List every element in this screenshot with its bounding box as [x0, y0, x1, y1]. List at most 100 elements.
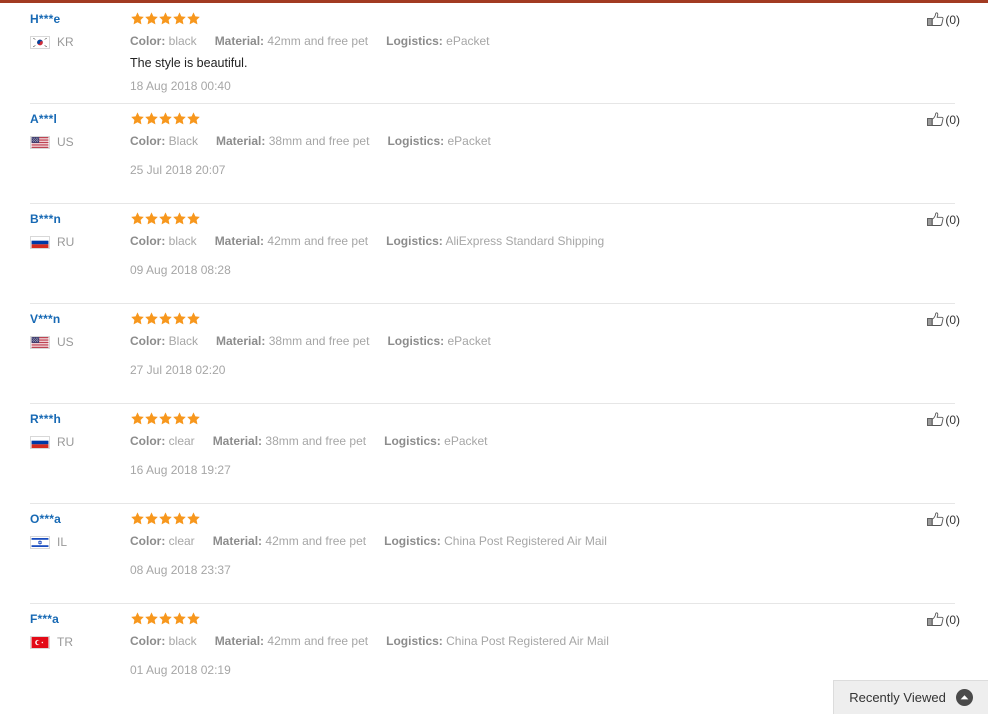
- country-code-label: KR: [57, 35, 74, 49]
- attribute-material-label: Material:: [212, 434, 263, 448]
- review-user-column: R***h RU: [0, 403, 130, 503]
- attribute-logistics-value: AliExpress Standard Shipping: [445, 234, 605, 248]
- helpful-button[interactable]: (0): [927, 411, 960, 428]
- review-body-column: Color: Black Material: 38mm and free pet L…: [130, 303, 910, 403]
- attribute-logistics: Logistics: ePacket: [387, 132, 490, 150]
- country-code-label: RU: [57, 435, 75, 449]
- star-rating: [130, 211, 910, 226]
- review-row: O***a IL Color: clear Material: 42mm and fr…: [0, 503, 988, 603]
- attribute-material-value: 42mm and free pet: [267, 234, 369, 248]
- reviewer-country: US: [30, 336, 130, 349]
- review-attributes: Color: clear Material: 38mm and free pet L…: [130, 432, 910, 450]
- reviewer-name-link[interactable]: H***e: [30, 12, 130, 26]
- review-date: 18 Aug 2018 00:40: [130, 79, 231, 93]
- attribute-color: Color: black: [130, 232, 197, 250]
- reviewer-country: KR: [30, 36, 130, 49]
- attribute-color-value: clear: [168, 434, 195, 448]
- helpful-button[interactable]: (0): [927, 111, 960, 128]
- attribute-color: Color: clear: [130, 532, 195, 550]
- reviewer-name-link[interactable]: A***l: [30, 112, 130, 126]
- attribute-logistics: Logistics: ePacket: [386, 32, 489, 50]
- review-user-column: H***e KR: [0, 3, 130, 103]
- attribute-logistics-label: Logistics:: [387, 334, 445, 348]
- attribute-color-value: black: [168, 34, 197, 48]
- attribute-color: Color: Black: [130, 332, 198, 350]
- attribute-material: Material: 42mm and free pet: [213, 532, 366, 550]
- review-date: 09 Aug 2018 08:28: [130, 263, 231, 277]
- attribute-color-label: Color:: [130, 334, 166, 348]
- review-body-column: Color: clear Material: 38mm and free pet L…: [130, 403, 910, 503]
- review-user-column: O***a IL: [0, 503, 130, 603]
- review-helpful-column: (0): [910, 403, 988, 503]
- reviewer-country: US: [30, 136, 130, 149]
- chevron-up-circle-icon: [955, 689, 973, 706]
- attribute-logistics-value: ePacket: [444, 434, 488, 448]
- review-date: 08 Aug 2018 23:37: [130, 563, 231, 577]
- attribute-logistics-value: ePacket: [447, 134, 491, 148]
- attribute-material: Material: 38mm and free pet: [213, 432, 366, 450]
- country-code-label: US: [57, 135, 74, 149]
- thumbs-up-icon: [927, 311, 944, 328]
- attribute-logistics-label: Logistics:: [386, 634, 443, 648]
- review-user-column: F***a TR: [0, 603, 130, 703]
- attribute-logistics-value: ePacket: [447, 334, 491, 348]
- attribute-color: Color: Black: [130, 132, 198, 150]
- attribute-color-value: black: [168, 634, 197, 648]
- helpful-button[interactable]: (0): [927, 211, 960, 228]
- review-attributes: Color: black Material: 42mm and free pet L…: [130, 232, 910, 250]
- attribute-color-value: Black: [168, 134, 199, 148]
- thumbs-up-icon: [927, 511, 944, 528]
- attribute-logistics-label: Logistics:: [386, 234, 443, 248]
- thumbs-up-icon: [927, 611, 944, 628]
- helpful-button[interactable]: (0): [927, 11, 960, 28]
- attribute-material-label: Material:: [212, 534, 263, 548]
- attribute-logistics: Logistics: ePacket: [384, 432, 487, 450]
- attribute-logistics: Logistics: China Post Registered Air Mai…: [386, 632, 609, 650]
- attribute-material: Material: 42mm and free pet: [215, 232, 368, 250]
- helpful-button[interactable]: (0): [927, 611, 960, 628]
- review-text: The style is beautiful.: [130, 56, 248, 70]
- attribute-color-label: Color:: [130, 534, 166, 548]
- helpful-button[interactable]: (0): [927, 311, 960, 328]
- helpful-count: (0): [945, 212, 960, 227]
- attribute-logistics-value: ePacket: [446, 34, 490, 48]
- recently-viewed-label: Recently Viewed: [849, 690, 946, 705]
- attribute-color-value: Black: [168, 334, 199, 348]
- attribute-color: Color: black: [130, 632, 197, 650]
- reviewer-name-link[interactable]: V***n: [30, 312, 130, 326]
- attribute-color-label: Color:: [130, 234, 166, 248]
- star-rating: [130, 511, 910, 526]
- review-body-column: Color: black Material: 42mm and free pet L…: [130, 603, 910, 703]
- helpful-count: (0): [945, 612, 960, 627]
- attribute-logistics-label: Logistics:: [387, 134, 445, 148]
- attribute-logistics-label: Logistics:: [386, 34, 443, 48]
- attribute-color-label: Color:: [130, 34, 166, 48]
- review-attributes: Color: Black Material: 38mm and free pet L…: [130, 132, 910, 150]
- reviewer-name-link[interactable]: O***a: [30, 512, 130, 526]
- attribute-color: Color: clear: [130, 432, 195, 450]
- review-attributes: Color: clear Material: 42mm and free pet L…: [130, 532, 910, 550]
- attribute-material-value: 42mm and free pet: [267, 634, 369, 648]
- review-user-column: V***n US: [0, 303, 130, 403]
- review-row: A***l US Color: Black Material: 38mm and fr…: [0, 103, 988, 203]
- star-rating: [130, 311, 910, 326]
- attribute-logistics: Logistics: ePacket: [387, 332, 490, 350]
- star-rating: [130, 111, 910, 126]
- country-code-label: US: [57, 335, 74, 349]
- recently-viewed-button[interactable]: Recently Viewed: [833, 680, 988, 714]
- reviewer-name-link[interactable]: F***a: [30, 612, 130, 626]
- attribute-color-value: clear: [168, 534, 195, 548]
- attribute-material-label: Material:: [214, 234, 265, 248]
- helpful-button[interactable]: (0): [927, 511, 960, 528]
- helpful-count: (0): [945, 312, 960, 327]
- review-attributes: Color: black Material: 42mm and free pet L…: [130, 32, 910, 50]
- attribute-material-value: 38mm and free pet: [265, 434, 367, 448]
- reviewer-country: RU: [30, 436, 130, 449]
- attribute-color-value: black: [168, 234, 197, 248]
- country-code-label: TR: [57, 635, 73, 649]
- reviewer-name-link[interactable]: B***n: [30, 212, 130, 226]
- reviewer-name-link[interactable]: R***h: [30, 412, 130, 426]
- attribute-material-value: 38mm and free pet: [268, 334, 370, 348]
- attribute-logistics-label: Logistics:: [384, 434, 441, 448]
- review-row: R***h RU Color: clear Material: 38mm and fr…: [0, 403, 988, 503]
